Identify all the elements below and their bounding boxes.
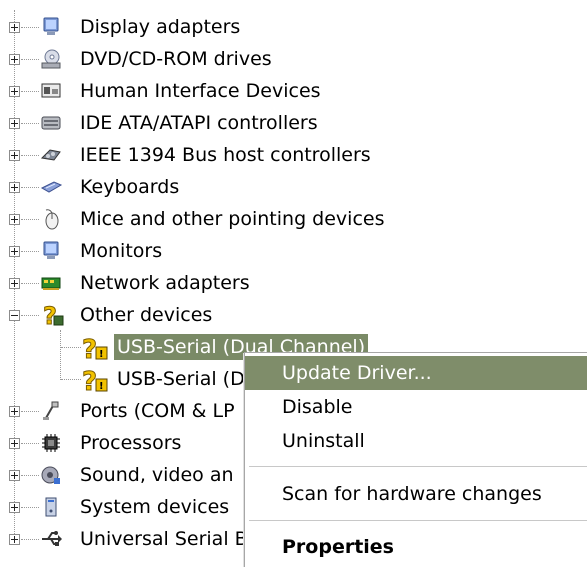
expand-icon[interactable]: [9, 278, 20, 289]
tree-item-ieee1394-controllers[interactable]: IEEE 1394 Bus host controllers: [0, 140, 400, 170]
svg-text:!: !: [99, 381, 104, 392]
tree-item-network-adapters[interactable]: Network adapters: [0, 268, 300, 298]
cd-drive-icon: [41, 49, 61, 69]
expand-icon[interactable]: [9, 470, 20, 481]
hid-icon: [41, 83, 61, 98]
expand-icon[interactable]: [9, 54, 20, 65]
tree-item-label: Display adapters: [80, 16, 241, 38]
menu-item-properties[interactable]: Properties: [245, 530, 587, 564]
tree-item-label: Mice and other pointing devices: [80, 208, 385, 230]
tree-item-keyboards[interactable]: Keyboards: [0, 172, 250, 202]
tree-item-mice[interactable]: Mice and other pointing devices: [0, 204, 420, 234]
tree-item-dvd-cdrom-drives[interactable]: DVD/CD-ROM drives: [0, 44, 320, 74]
tree-item-label: Monitors: [80, 240, 163, 262]
tree-item-label: Other devices: [80, 304, 213, 326]
expand-icon[interactable]: [9, 182, 20, 193]
warning-device-icon: ? !: [82, 367, 108, 394]
expand-icon[interactable]: [9, 502, 20, 513]
network-card-icon: [41, 277, 61, 290]
tree-item-label: Processors: [80, 432, 182, 454]
computer-icon: [45, 497, 57, 517]
port-icon: [43, 401, 59, 420]
menu-item-update-driver[interactable]: Update Driver...: [245, 356, 587, 390]
tree-item-other-devices[interactable]: ? Other devices: [0, 300, 260, 330]
tree-item-usb-serial-2[interactable]: ? ! USB-Serial (D: [0, 364, 245, 394]
tree-item-label: Ports (COM & LP: [80, 400, 235, 422]
tree-item-label: IEEE 1394 Bus host controllers: [80, 144, 371, 166]
ide-controller-icon: [41, 116, 61, 130]
usb-icon: [42, 531, 62, 546]
tree-item-usb-controllers[interactable]: Universal Serial B: [0, 524, 248, 554]
monitor-icon: [43, 241, 59, 259]
context-menu: Update Driver... Disable Uninstall Scan …: [244, 352, 587, 567]
expand-icon[interactable]: [9, 406, 20, 417]
tree-item-label: Universal Serial B: [80, 528, 248, 550]
tree-item-label: IDE ATA/ATAPI controllers: [80, 112, 318, 134]
menu-separator: [249, 520, 587, 521]
warning-device-icon: ? !: [82, 335, 108, 362]
tree-item-sound-video[interactable]: Sound, video an: [0, 460, 240, 490]
menu-item-uninstall[interactable]: Uninstall: [245, 424, 587, 458]
unknown-device-icon: ?: [43, 302, 64, 328]
cpu-icon: [42, 434, 60, 452]
svg-text:?: ?: [82, 335, 97, 362]
expand-icon[interactable]: [9, 86, 20, 97]
firewire-icon: [40, 149, 61, 161]
tree-item-label: Sound, video an: [80, 464, 234, 486]
menu-item-disable[interactable]: Disable: [245, 390, 587, 424]
menu-item-scan-hardware[interactable]: Scan for hardware changes: [245, 477, 587, 511]
tree-item-monitors[interactable]: Monitors: [0, 236, 250, 266]
tree-item-label: Network adapters: [80, 272, 250, 294]
expand-icon[interactable]: [9, 246, 20, 257]
expand-icon[interactable]: [9, 534, 20, 545]
monitor-icon: [43, 17, 59, 35]
tree-item-label: System devices: [80, 496, 230, 518]
tree-item-label: DVD/CD-ROM drives: [80, 48, 272, 70]
sound-icon: [41, 466, 60, 484]
keyboard-icon: [40, 181, 62, 193]
tree-item-label: Keyboards: [80, 176, 180, 198]
svg-text:?: ?: [82, 367, 97, 394]
tree-item-system-devices[interactable]: System devices: [0, 492, 240, 522]
expand-icon[interactable]: [9, 214, 20, 225]
mouse-icon: [45, 209, 59, 230]
tree-item-ide-controllers[interactable]: IDE ATA/ATAPI controllers: [0, 108, 360, 138]
tree-item-processors[interactable]: Processors: [0, 428, 240, 458]
menu-separator: [249, 466, 587, 467]
expand-icon[interactable]: [9, 118, 20, 129]
svg-text:!: !: [99, 349, 104, 360]
collapse-icon[interactable]: [9, 310, 20, 321]
expand-icon[interactable]: [9, 150, 20, 161]
tree-item-display-adapters[interactable]: Display adapters: [0, 12, 300, 42]
expand-icon[interactable]: [9, 438, 20, 449]
tree-item-label: USB-Serial (D: [117, 368, 245, 390]
expand-icon[interactable]: [9, 22, 20, 33]
tree-item-human-interface-devices[interactable]: Human Interface Devices: [0, 76, 360, 106]
tree-item-label: Human Interface Devices: [80, 80, 321, 102]
tree-item-ports[interactable]: Ports (COM & LP: [0, 396, 240, 426]
